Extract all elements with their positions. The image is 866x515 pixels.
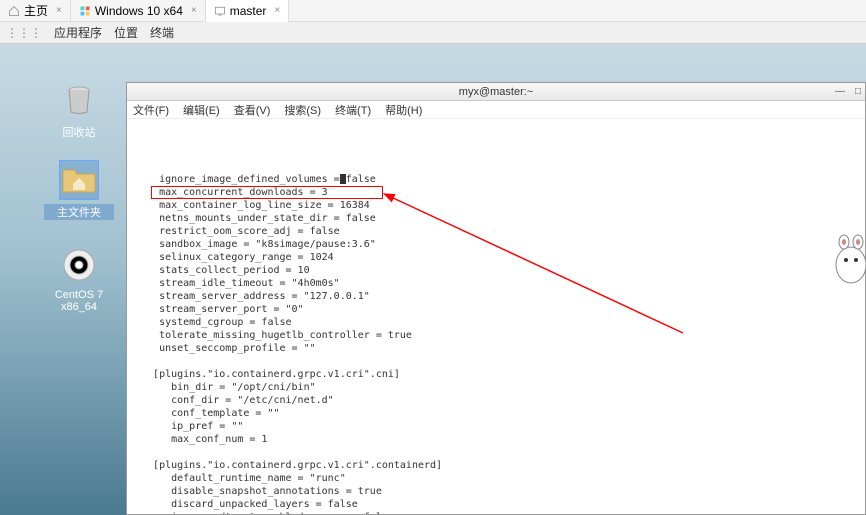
menu-search[interactable]: 搜索(S) bbox=[284, 102, 321, 118]
apps-icon: ⋮⋮⋮ bbox=[6, 26, 42, 40]
terminal-window: myx@master:~ — □ 文件(F) 编辑(E) 查看(V) 搜索(S)… bbox=[126, 82, 866, 515]
terminal-line: bin_dir = "/opt/cni/bin" bbox=[135, 381, 857, 394]
mascot-character[interactable] bbox=[826, 230, 866, 290]
terminal-content: ignore_image_defined_volumes =false max_… bbox=[135, 173, 857, 514]
folder-icon bbox=[59, 160, 99, 200]
tab-label: master bbox=[230, 4, 267, 18]
terminal-line: restrict_oom_score_adj = false bbox=[135, 225, 857, 238]
maximize-button[interactable]: □ bbox=[855, 86, 861, 97]
terminal-line: systemd_cgroup = false bbox=[135, 316, 857, 329]
close-icon[interactable]: × bbox=[191, 5, 197, 16]
menu-file[interactable]: 文件(F) bbox=[133, 102, 169, 118]
terminal-line: [plugins."io.containerd.grpc.v1.cri".con… bbox=[135, 459, 857, 472]
close-icon[interactable]: × bbox=[274, 5, 280, 16]
terminal-line: disable_snapshot_annotations = true bbox=[135, 485, 857, 498]
bookmark-apps[interactable]: 应用程序 bbox=[54, 24, 102, 41]
terminal-line: stream_server_address = "127.0.0.1" bbox=[135, 290, 857, 303]
bookmark-location[interactable]: 位置 bbox=[114, 24, 138, 41]
minimize-button[interactable]: — bbox=[835, 86, 845, 97]
terminal-line: discard_unpacked_layers = false bbox=[135, 498, 857, 511]
terminal-line bbox=[135, 446, 857, 459]
icon-label: 主文件夹 bbox=[44, 204, 114, 220]
terminal-line: ignore_rdt_not_enabled_errors = false bbox=[135, 511, 857, 514]
close-icon[interactable]: × bbox=[56, 5, 62, 16]
vm-icon bbox=[214, 5, 226, 17]
menu-terminal[interactable]: 终端(T) bbox=[335, 102, 371, 118]
menu-help[interactable]: 帮助(H) bbox=[385, 102, 422, 118]
terminal-line: selinux_category_range = 1024 bbox=[135, 251, 857, 264]
tab-label: Windows 10 x64 bbox=[95, 4, 183, 18]
terminal-line: [plugins."io.containerd.grpc.v1.cri".cni… bbox=[135, 368, 857, 381]
desktop-home-folder[interactable]: 主文件夹 bbox=[44, 160, 114, 220]
tab-master[interactable]: master × bbox=[206, 0, 290, 22]
windows-icon bbox=[79, 5, 91, 17]
tab-home[interactable]: 主页 × bbox=[0, 0, 71, 22]
annotation-highlight-box bbox=[151, 186, 383, 199]
terminal-line: max_conf_num = 1 bbox=[135, 433, 857, 446]
terminal-menubar: 文件(F) 编辑(E) 查看(V) 搜索(S) 终端(T) 帮助(H) bbox=[127, 101, 865, 119]
terminal-line: ignore_image_defined_volumes =false bbox=[135, 173, 857, 186]
terminal-line bbox=[135, 355, 857, 368]
window-titlebar[interactable]: myx@master:~ — □ bbox=[127, 83, 865, 101]
terminal-line: unset_seccomp_profile = "" bbox=[135, 342, 857, 355]
cursor bbox=[340, 174, 346, 184]
terminal-line: sandbox_image = "k8simage/pause:3.6" bbox=[135, 238, 857, 251]
menu-edit[interactable]: 编辑(E) bbox=[183, 102, 220, 118]
terminal-line: max_container_log_line_size = 16384 bbox=[135, 199, 857, 212]
terminal-line: tolerate_missing_hugetlb_controller = tr… bbox=[135, 329, 857, 342]
terminal-line: stats_collect_period = 10 bbox=[135, 264, 857, 277]
tab-windows[interactable]: Windows 10 x64 × bbox=[71, 0, 206, 22]
trash-icon bbox=[59, 80, 99, 120]
terminal-line: conf_dir = "/etc/cni/net.d" bbox=[135, 394, 857, 407]
terminal-line: default_runtime_name = "runc" bbox=[135, 472, 857, 485]
desktop-trash[interactable]: 回收站 bbox=[44, 80, 114, 140]
bookmarks-bar: ⋮⋮⋮ 应用程序 位置 终端 bbox=[0, 22, 866, 44]
menu-view[interactable]: 查看(V) bbox=[234, 102, 271, 118]
terminal-line: conf_template = "" bbox=[135, 407, 857, 420]
icon-label: CentOS 7 x86_64 bbox=[44, 289, 114, 313]
desktop-centos-disc[interactable]: CentOS 7 x86_64 bbox=[44, 245, 114, 313]
terminal-line: stream_server_port = "0" bbox=[135, 303, 857, 316]
terminal-line: ip_pref = "" bbox=[135, 420, 857, 433]
terminal-line: netns_mounts_under_state_dir = false bbox=[135, 212, 857, 225]
tab-label: 主页 bbox=[24, 2, 48, 19]
home-icon bbox=[8, 5, 20, 17]
browser-tab-bar: 主页 × Windows 10 x64 × master × bbox=[0, 0, 866, 22]
terminal-line: stream_idle_timeout = "4h0m0s" bbox=[135, 277, 857, 290]
terminal-body[interactable]: ignore_image_defined_volumes =false max_… bbox=[127, 119, 865, 514]
disc-icon bbox=[59, 245, 99, 285]
icon-label: 回收站 bbox=[44, 124, 114, 140]
bookmark-terminal[interactable]: 终端 bbox=[150, 24, 174, 41]
window-title: myx@master:~ bbox=[459, 86, 533, 98]
